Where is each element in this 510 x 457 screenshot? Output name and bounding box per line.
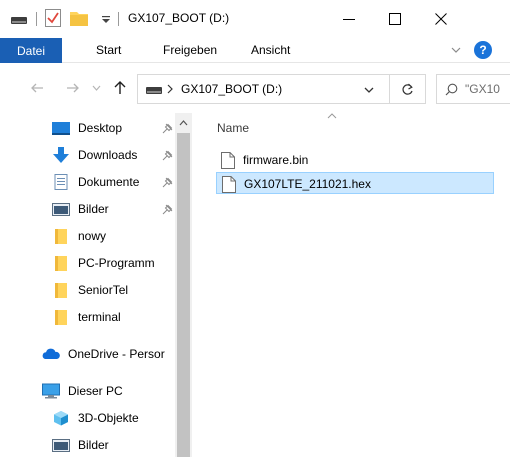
maximize-button[interactable] bbox=[372, 0, 418, 38]
nav-label: 3D-Objekte bbox=[78, 411, 139, 425]
navigation-scrollbar[interactable] bbox=[175, 113, 192, 457]
folder-icon bbox=[55, 229, 67, 244]
tab-freigeben[interactable]: Freigeben bbox=[163, 43, 217, 57]
help-button[interactable]: ? bbox=[474, 41, 492, 59]
file-icon bbox=[221, 152, 235, 169]
navigation-pane: Desktop Downloads Dokumente Bilder nowy … bbox=[0, 113, 175, 457]
nav-label: OneDrive - Persor bbox=[68, 347, 165, 361]
pin-icon[interactable] bbox=[162, 123, 173, 134]
search-input[interactable]: "GX10 bbox=[436, 74, 510, 104]
minimize-icon bbox=[343, 19, 355, 20]
nav-item-pc-programm[interactable]: PC-Programm bbox=[0, 250, 175, 276]
refresh-icon bbox=[402, 83, 413, 95]
search-icon bbox=[445, 83, 458, 96]
nav-label: PC-Programm bbox=[78, 256, 155, 270]
drive-icon bbox=[146, 87, 162, 94]
folder-icon bbox=[55, 283, 67, 298]
pin-icon[interactable] bbox=[162, 177, 173, 188]
onedrive-cloud-icon bbox=[42, 348, 60, 359]
nav-label: terminal bbox=[78, 310, 121, 324]
file-row-selected[interactable]: GX107LTE_211021.hex bbox=[216, 172, 494, 194]
recent-locations-chevron-icon[interactable] bbox=[92, 85, 101, 91]
window-title: GX107_BOOT (D:) bbox=[128, 11, 230, 25]
nav-item-downloads[interactable]: Downloads bbox=[0, 142, 175, 168]
nav-label: Bilder bbox=[78, 438, 109, 452]
tab-start[interactable]: Start bbox=[96, 43, 121, 57]
pictures-icon bbox=[52, 439, 70, 452]
sort-ascending-icon bbox=[327, 113, 337, 119]
nav-label: Dieser PC bbox=[68, 384, 123, 398]
file-icon bbox=[222, 176, 236, 193]
address-dropdown-chevron-icon[interactable] bbox=[364, 85, 374, 95]
file-name: GX107LTE_211021.hex bbox=[244, 177, 371, 191]
nav-label: Bilder bbox=[78, 202, 109, 216]
refresh-button[interactable] bbox=[390, 74, 426, 104]
expand-ribbon-chevron-icon[interactable] bbox=[450, 44, 462, 56]
ribbon-tabs: Datei Start Freigeben Ansicht ? bbox=[0, 38, 510, 63]
quick-access-dropdown-icon[interactable] bbox=[101, 15, 111, 25]
pictures-icon bbox=[52, 203, 70, 216]
nav-item-nowy[interactable]: nowy bbox=[0, 223, 175, 249]
drive-icon bbox=[11, 17, 27, 24]
folder-icon bbox=[55, 310, 67, 325]
nav-item-bilder[interactable]: Bilder bbox=[0, 196, 175, 222]
new-folder-icon[interactable] bbox=[70, 10, 88, 26]
folder-icon bbox=[55, 256, 67, 271]
title-separator bbox=[36, 12, 37, 26]
3d-objects-icon bbox=[54, 411, 68, 426]
back-arrow-icon[interactable] bbox=[30, 81, 44, 95]
address-bar[interactable]: GX107_BOOT (D:) bbox=[137, 74, 390, 104]
forward-arrow-icon[interactable] bbox=[66, 81, 80, 95]
nav-label: Dokumente bbox=[78, 175, 140, 189]
title-bar: GX107_BOOT (D:) bbox=[0, 0, 510, 38]
maximize-icon bbox=[389, 13, 401, 25]
nav-label: SeniorTel bbox=[78, 283, 129, 297]
nav-item-bilder-pc[interactable]: Bilder bbox=[0, 432, 175, 457]
close-button[interactable] bbox=[418, 0, 464, 38]
file-name: firmware.bin bbox=[243, 153, 309, 167]
computer-icon bbox=[42, 383, 60, 399]
nav-item-dieser-pc[interactable]: Dieser PC bbox=[0, 378, 165, 404]
breadcrumb-chevron-icon[interactable] bbox=[166, 83, 174, 95]
file-list: Name firmware.bin GX107LTE_211021.hex bbox=[192, 113, 510, 457]
nav-item-seniortel[interactable]: SeniorTel bbox=[0, 277, 175, 303]
tab-ansicht[interactable]: Ansicht bbox=[251, 43, 290, 57]
nav-item-desktop[interactable]: Desktop bbox=[0, 115, 175, 141]
title-separator bbox=[118, 12, 119, 26]
column-header-name[interactable]: Name bbox=[217, 121, 249, 135]
pin-icon[interactable] bbox=[162, 204, 173, 215]
nav-label: nowy bbox=[78, 229, 107, 243]
tab-datei[interactable]: Datei bbox=[0, 38, 62, 63]
search-placeholder: "GX10 bbox=[465, 82, 500, 96]
properties-check-icon[interactable] bbox=[45, 9, 61, 27]
address-toolbar: GX107_BOOT (D:) "GX10 bbox=[0, 63, 510, 113]
nav-item-dokumente[interactable]: Dokumente bbox=[0, 169, 175, 195]
file-row[interactable]: firmware.bin bbox=[216, 149, 494, 171]
download-arrow-icon bbox=[53, 147, 69, 163]
breadcrumb-current[interactable]: GX107_BOOT (D:) bbox=[181, 82, 282, 96]
nav-label: Downloads bbox=[78, 148, 138, 162]
pin-icon[interactable] bbox=[162, 150, 173, 161]
scroll-up-arrow-icon[interactable] bbox=[179, 120, 188, 126]
nav-item-terminal[interactable]: terminal bbox=[0, 304, 175, 330]
nav-item-3d-objekte[interactable]: 3D-Objekte bbox=[0, 405, 175, 431]
desktop-icon bbox=[52, 122, 70, 135]
nav-label: Desktop bbox=[78, 121, 123, 135]
minimize-button[interactable] bbox=[326, 0, 372, 38]
close-icon bbox=[435, 13, 447, 25]
scrollbar-thumb[interactable] bbox=[177, 133, 190, 457]
nav-item-onedrive[interactable]: OneDrive - Persor bbox=[0, 341, 165, 367]
up-arrow-icon[interactable] bbox=[113, 80, 127, 95]
document-icon bbox=[54, 174, 68, 190]
